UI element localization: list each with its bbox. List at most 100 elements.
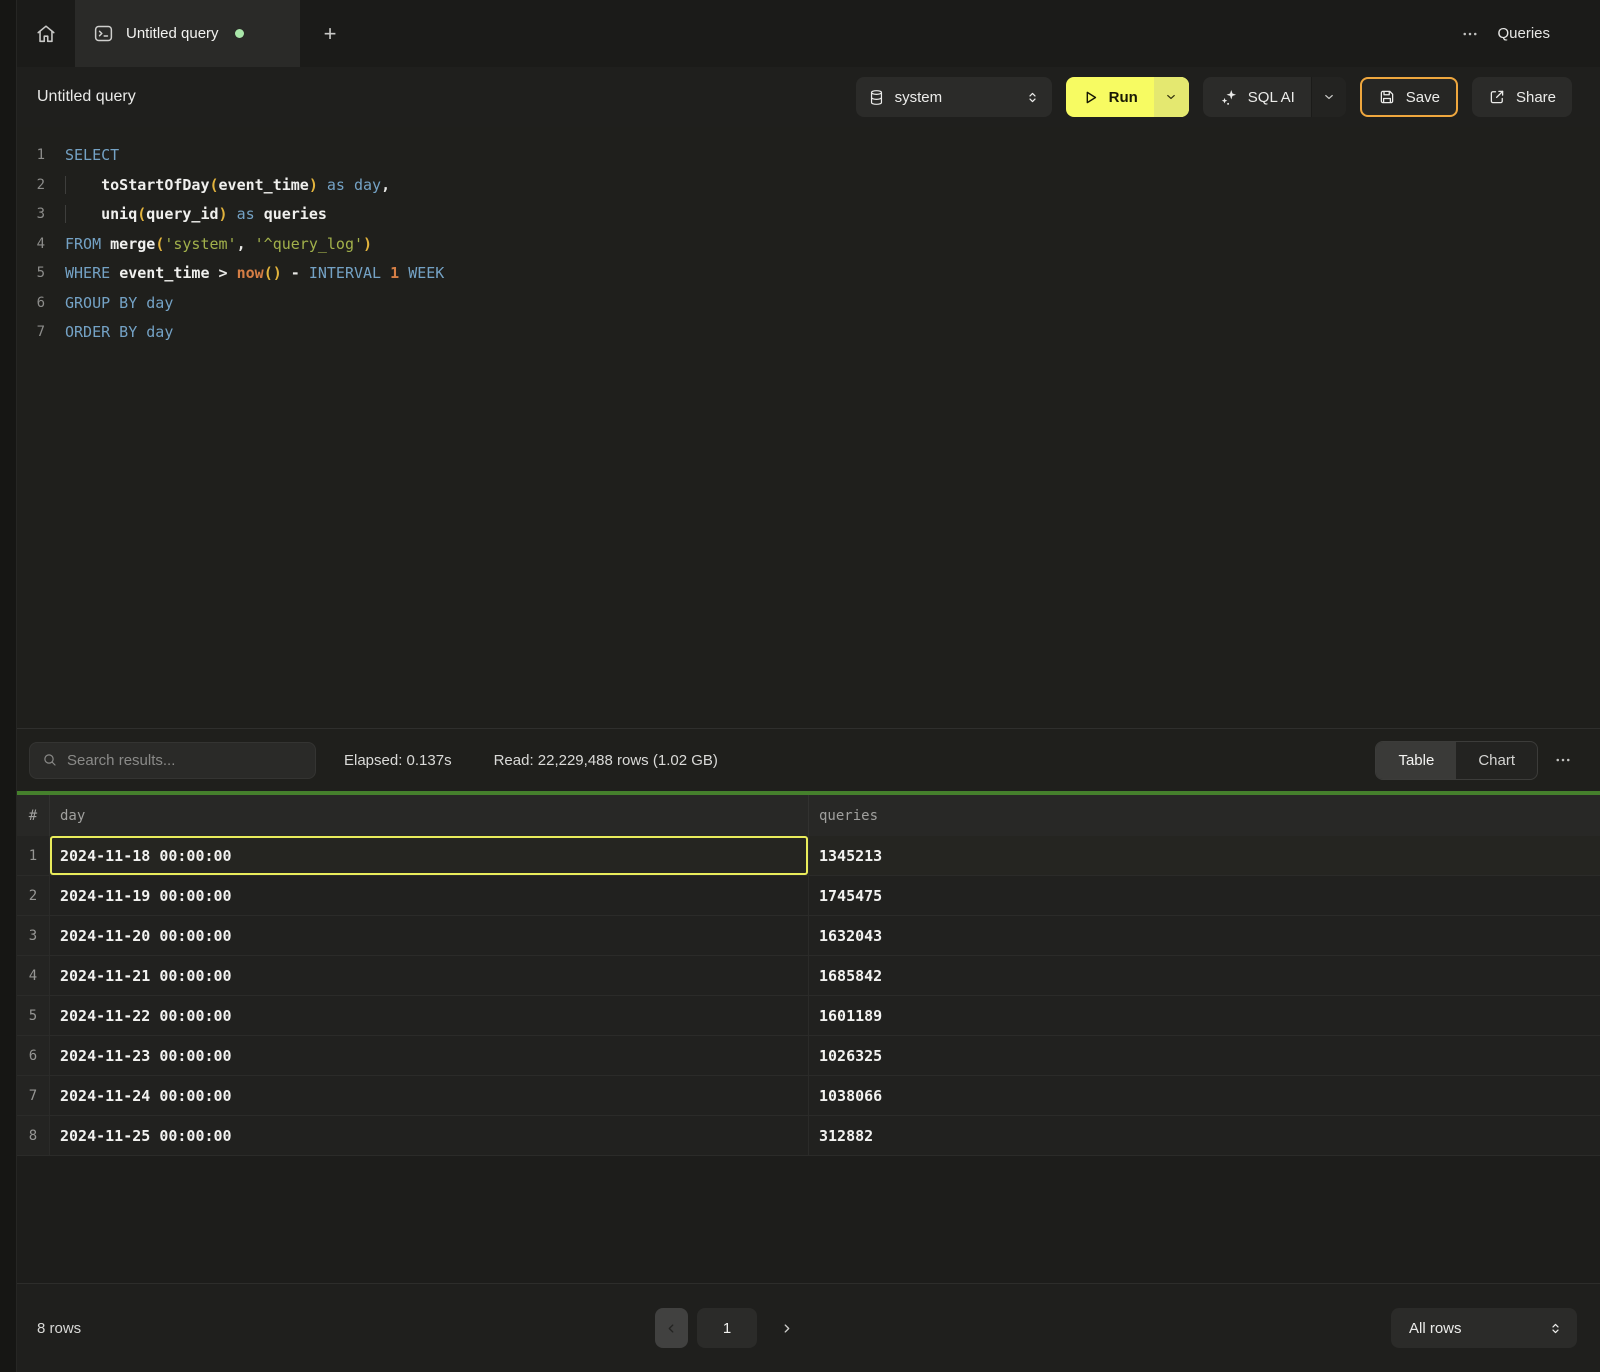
results-table: # day queries 12024-11-18 00:00:00134521… bbox=[17, 795, 1600, 1156]
updown-chevron-icon bbox=[1548, 1321, 1563, 1336]
cell-queries[interactable]: 1026325 bbox=[808, 1036, 1600, 1075]
cell-queries[interactable]: 1345213 bbox=[808, 836, 1600, 875]
code-text: FROM merge('system', '^query_log') bbox=[45, 230, 372, 260]
cell-queries[interactable]: 1632043 bbox=[808, 916, 1600, 955]
cell-queries[interactable]: 1685842 bbox=[808, 956, 1600, 995]
results-more-options-icon[interactable] bbox=[1554, 751, 1572, 769]
run-label: Run bbox=[1109, 89, 1138, 106]
row-index: 6 bbox=[17, 1036, 50, 1075]
view-toggle: Table Chart bbox=[1375, 741, 1538, 780]
code-line[interactable]: 6GROUP BY day bbox=[17, 289, 1600, 319]
search-results-box[interactable] bbox=[29, 742, 316, 779]
database-name: system bbox=[895, 89, 943, 106]
sql-ai-options-button[interactable] bbox=[1311, 77, 1346, 117]
row-index: 7 bbox=[17, 1076, 50, 1115]
cell-day[interactable]: 2024-11-20 00:00:00 bbox=[50, 916, 808, 955]
results-table-header: # day queries bbox=[17, 795, 1600, 836]
results-table-body: 12024-11-18 00:00:00134521322024-11-19 0… bbox=[17, 836, 1600, 1156]
sql-ai-label: SQL AI bbox=[1248, 89, 1295, 106]
updown-chevron-icon bbox=[1025, 90, 1040, 105]
save-label: Save bbox=[1406, 89, 1440, 106]
sql-ai-button-group: SQL AI bbox=[1203, 77, 1346, 117]
view-toggle-table[interactable]: Table bbox=[1376, 742, 1456, 779]
home-icon bbox=[35, 23, 57, 45]
code-lines: 1SELECT2 toStartOfDay(event_time) as day… bbox=[17, 141, 1600, 348]
search-icon bbox=[42, 752, 58, 768]
view-toggle-chart[interactable]: Chart bbox=[1456, 742, 1537, 779]
row-index: 4 bbox=[17, 956, 50, 995]
queries-link[interactable]: Queries bbox=[1497, 25, 1550, 42]
more-options-icon[interactable] bbox=[1461, 25, 1479, 43]
results-empty-space bbox=[17, 1156, 1600, 1283]
cell-day[interactable]: 2024-11-18 00:00:00 bbox=[50, 836, 808, 875]
row-index: 8 bbox=[17, 1116, 50, 1155]
row-index: 5 bbox=[17, 996, 50, 1035]
code-line[interactable]: 3 uniq(query_id) as queries bbox=[17, 200, 1600, 230]
cell-queries[interactable]: 1601189 bbox=[808, 996, 1600, 1035]
table-row: 82024-11-25 00:00:00312882 bbox=[17, 1116, 1600, 1156]
tabbar-right: Queries bbox=[1461, 0, 1600, 67]
cell-day[interactable]: 2024-11-23 00:00:00 bbox=[50, 1036, 808, 1075]
table-row: 12024-11-18 00:00:001345213 bbox=[17, 836, 1600, 876]
run-options-button[interactable] bbox=[1154, 77, 1189, 117]
tab-untitled-query[interactable]: Untitled query bbox=[75, 0, 300, 67]
share-label: Share bbox=[1516, 89, 1556, 106]
code-text: SELECT bbox=[45, 141, 119, 171]
cell-queries[interactable]: 1745475 bbox=[808, 876, 1600, 915]
sparkles-icon bbox=[1219, 88, 1238, 107]
pagination: 1 bbox=[655, 1308, 800, 1348]
line-number: 7 bbox=[17, 318, 45, 348]
code-text: toStartOfDay(event_time) as day, bbox=[45, 171, 390, 201]
column-header-index: # bbox=[17, 795, 50, 836]
cell-queries[interactable]: 1038066 bbox=[808, 1076, 1600, 1115]
new-tab-button[interactable]: + bbox=[300, 0, 360, 67]
results-panel: Elapsed: 0.137s Read: 22,229,488 rows (1… bbox=[17, 728, 1600, 1372]
page-size-value: All rows bbox=[1409, 1320, 1462, 1337]
line-number: 3 bbox=[17, 200, 45, 230]
line-number: 1 bbox=[17, 141, 45, 171]
run-button[interactable]: Run bbox=[1066, 77, 1154, 117]
elapsed-stat: Elapsed: 0.137s bbox=[344, 752, 452, 769]
row-index: 1 bbox=[17, 836, 50, 875]
line-number: 2 bbox=[17, 171, 45, 201]
row-index: 3 bbox=[17, 916, 50, 955]
cell-day[interactable]: 2024-11-22 00:00:00 bbox=[50, 996, 808, 1035]
left-rail bbox=[0, 0, 17, 1372]
share-button[interactable]: Share bbox=[1472, 77, 1572, 117]
code-line[interactable]: 5WHERE event_time > now() - INTERVAL 1 W… bbox=[17, 259, 1600, 289]
results-toolbar-right: Table Chart bbox=[1375, 741, 1572, 780]
share-icon bbox=[1488, 88, 1506, 106]
cell-day[interactable]: 2024-11-19 00:00:00 bbox=[50, 876, 808, 915]
line-number: 4 bbox=[17, 230, 45, 260]
line-number: 5 bbox=[17, 259, 45, 289]
save-button[interactable]: Save bbox=[1360, 77, 1458, 117]
code-line[interactable]: 2 toStartOfDay(event_time) as day, bbox=[17, 171, 1600, 201]
cell-queries[interactable]: 312882 bbox=[808, 1116, 1600, 1155]
cell-day[interactable]: 2024-11-21 00:00:00 bbox=[50, 956, 808, 995]
cell-day[interactable]: 2024-11-24 00:00:00 bbox=[50, 1076, 808, 1115]
code-line[interactable]: 1SELECT bbox=[17, 141, 1600, 171]
search-results-input[interactable] bbox=[67, 752, 303, 769]
sql-ai-button[interactable]: SQL AI bbox=[1203, 77, 1311, 117]
current-page-button[interactable]: 1 bbox=[697, 1308, 757, 1348]
tab-title: Untitled query bbox=[126, 25, 219, 42]
home-button[interactable] bbox=[17, 0, 75, 67]
column-header-day[interactable]: day bbox=[50, 795, 808, 836]
page-title: Untitled query bbox=[37, 88, 136, 106]
code-line[interactable]: 4FROM merge('system', '^query_log') bbox=[17, 230, 1600, 260]
line-number: 6 bbox=[17, 289, 45, 319]
column-header-queries[interactable]: queries bbox=[808, 795, 1600, 836]
save-icon bbox=[1378, 88, 1396, 106]
code-text: WHERE event_time > now() - INTERVAL 1 WE… bbox=[45, 259, 444, 289]
sql-editor[interactable]: 1SELECT2 toStartOfDay(event_time) as day… bbox=[17, 127, 1600, 728]
table-row: 32024-11-20 00:00:001632043 bbox=[17, 916, 1600, 956]
next-page-button[interactable] bbox=[772, 1308, 800, 1348]
code-line[interactable]: 7ORDER BY day bbox=[17, 318, 1600, 348]
database-selector[interactable]: system bbox=[856, 77, 1052, 117]
previous-page-button[interactable] bbox=[655, 1308, 688, 1348]
page-size-selector[interactable]: All rows bbox=[1391, 1308, 1577, 1348]
chevron-down-icon bbox=[1164, 90, 1178, 104]
cell-day[interactable]: 2024-11-25 00:00:00 bbox=[50, 1116, 808, 1155]
header-actions: system Run bbox=[856, 77, 1572, 117]
query-terminal-icon bbox=[93, 23, 114, 44]
